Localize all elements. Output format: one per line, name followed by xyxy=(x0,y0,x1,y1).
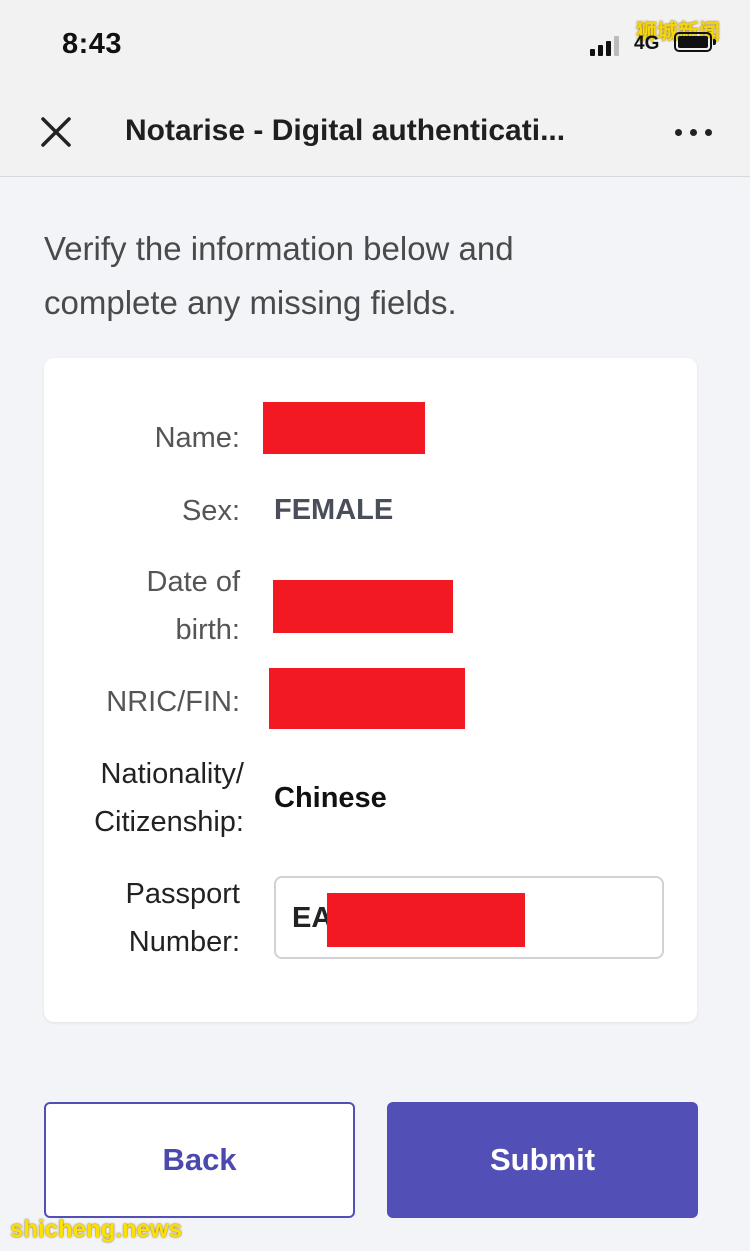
more-options-icon[interactable] xyxy=(672,118,716,146)
back-button[interactable]: Back xyxy=(44,1102,355,1218)
dob-label-line1: Date of xyxy=(146,566,241,598)
intro-text: Verify the information below and complet… xyxy=(44,230,514,321)
nationality-label-line2: Citizenship: xyxy=(94,806,244,838)
status-time: 8:43 xyxy=(62,28,123,60)
network-type: 4G xyxy=(634,33,660,54)
close-icon[interactable] xyxy=(38,114,74,150)
nric-label: NRIC/FIN: xyxy=(106,686,240,718)
nationality-label-line1: Nationality/ xyxy=(100,758,244,790)
battery-icon xyxy=(674,32,716,52)
watermark-bottom: shicheng.news xyxy=(10,1216,183,1243)
dob-redaction xyxy=(273,580,453,633)
status-bar: 8:43 狮城新闻 4G xyxy=(0,0,750,88)
sex-value: FEMALE xyxy=(274,494,394,526)
nric-redaction xyxy=(269,668,465,729)
name-label: Name: xyxy=(154,422,240,454)
dob-label-line2: birth: xyxy=(175,614,240,646)
nav-bar: Notarise - Digital authenticati... xyxy=(0,88,750,177)
submit-button[interactable]: Submit xyxy=(387,1102,698,1218)
nationality-value: Chinese xyxy=(274,782,387,814)
sex-label: Sex: xyxy=(181,495,240,527)
name-redaction xyxy=(263,402,425,454)
passport-label-line1: Passport xyxy=(125,878,240,910)
passport-redaction xyxy=(327,893,525,947)
signal-icon xyxy=(590,36,626,56)
passport-label-line2: Number: xyxy=(128,926,240,958)
page-title: Notarise - Digital authenticati... xyxy=(125,114,566,147)
